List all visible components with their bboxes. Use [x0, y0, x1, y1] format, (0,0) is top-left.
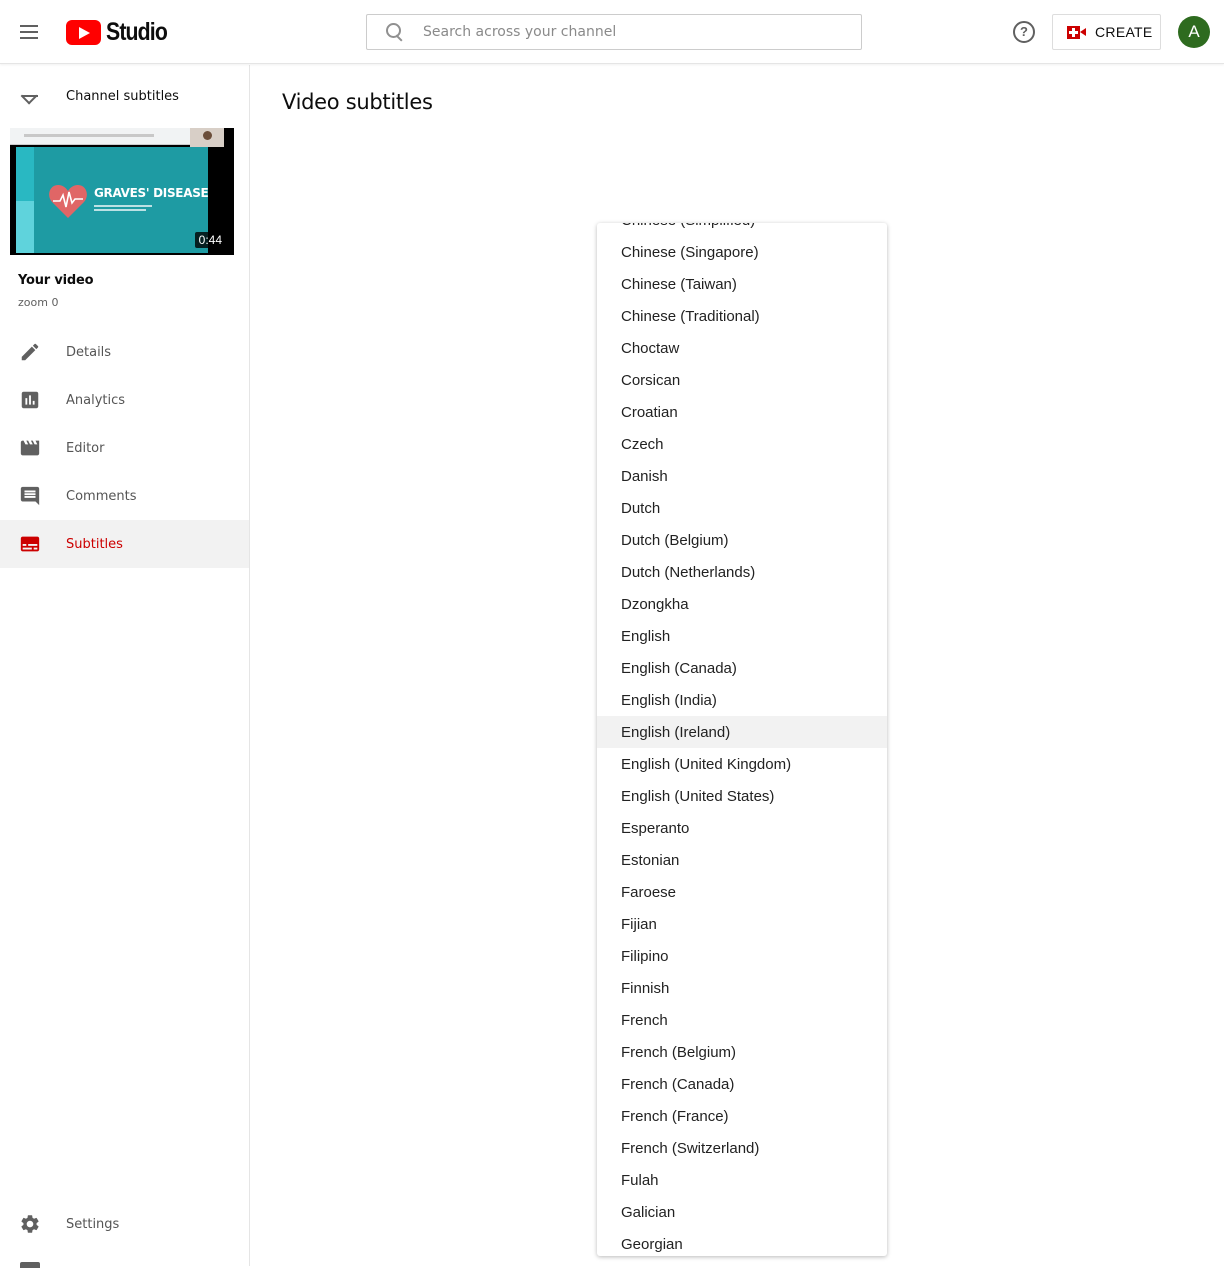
- language-option[interactable]: Czech: [597, 428, 887, 460]
- settings-label: Settings: [66, 1216, 120, 1232]
- language-option[interactable]: English (Canada): [597, 652, 887, 684]
- feedback-icon[interactable]: [20, 1262, 40, 1268]
- pencil-icon: [21, 343, 39, 361]
- language-dropdown[interactable]: Chinese (Simplified)Chinese (Singapore)C…: [597, 223, 887, 1256]
- search-box[interactable]: [366, 14, 862, 50]
- language-option[interactable]: Fulah: [597, 1164, 887, 1196]
- page-title: Video subtitles: [282, 90, 433, 114]
- sidebar-item-label: Analytics: [66, 392, 126, 408]
- language-option[interactable]: Galician: [597, 1196, 887, 1228]
- language-option[interactable]: Finnish: [597, 972, 887, 1004]
- video-thumbnail[interactable]: GRAVES' DISEASE 0:44: [10, 128, 234, 255]
- language-option[interactable]: Chinese (Traditional): [597, 300, 887, 332]
- thumbnail-slide-sidebar-light: [16, 201, 34, 253]
- language-option[interactable]: Chinese (Simplified): [597, 223, 887, 236]
- video-name: zoom 0: [18, 296, 59, 309]
- language-option[interactable]: English (United Kingdom): [597, 748, 887, 780]
- language-option[interactable]: Fijian: [597, 908, 887, 940]
- subtitles-icon: [20, 536, 40, 552]
- video-camera-add-icon: [1067, 25, 1087, 39]
- create-label: CREATE: [1095, 24, 1153, 40]
- sidebar-item-label: Comments: [66, 488, 137, 504]
- thumbnail-subtitle-lines: [94, 204, 154, 214]
- language-option[interactable]: Georgian: [597, 1228, 887, 1256]
- help-icon[interactable]: ?: [1013, 21, 1035, 43]
- account-avatar[interactable]: A: [1178, 16, 1210, 48]
- sidebar-item-details[interactable]: Details: [0, 328, 249, 376]
- sidebar-item-label: Subtitles: [66, 536, 123, 552]
- language-option[interactable]: Dzongkha: [597, 588, 887, 620]
- youtube-play-icon: [66, 19, 101, 45]
- create-button[interactable]: CREATE: [1052, 14, 1161, 50]
- language-option[interactable]: Danish: [597, 460, 887, 492]
- search-icon[interactable]: [385, 22, 405, 42]
- video-nav: Details Analytics Editor Comments Subtit…: [0, 328, 249, 568]
- arrow-back-icon: [19, 84, 43, 108]
- thumbnail-browser-bar: [10, 128, 220, 145]
- sidebar-item-comments[interactable]: Comments: [0, 472, 249, 520]
- analytics-icon: [21, 391, 39, 409]
- language-options-list: Chinese (Simplified)Chinese (Singapore)C…: [597, 223, 887, 1256]
- top-app-bar: Studio ? CREATE A: [0, 0, 1224, 64]
- video-duration: 0:44: [194, 232, 226, 248]
- back-to-channel-subtitles[interactable]: Channel subtitles: [0, 65, 249, 127]
- language-option[interactable]: English (India): [597, 684, 887, 716]
- back-label: Channel subtitles: [66, 88, 179, 104]
- sidebar-item-editor[interactable]: Editor: [0, 424, 249, 472]
- language-option[interactable]: Esperanto: [597, 812, 887, 844]
- sidebar: Channel subtitles GRAVES' DISEASE 0:44 Y…: [0, 65, 250, 1268]
- language-option[interactable]: Chinese (Taiwan): [597, 268, 887, 300]
- language-option[interactable]: English: [597, 620, 887, 652]
- thumbnail-webcam: [190, 128, 224, 147]
- language-option[interactable]: Filipino: [597, 940, 887, 972]
- language-option[interactable]: Faroese: [597, 876, 887, 908]
- heart-icon: [49, 185, 87, 218]
- sidebar-item-settings[interactable]: Settings: [0, 1200, 249, 1248]
- hamburger-menu-icon[interactable]: [18, 20, 42, 44]
- language-option[interactable]: Dutch: [597, 492, 887, 524]
- sidebar-item-analytics[interactable]: Analytics: [0, 376, 249, 424]
- language-option[interactable]: French: [597, 1004, 887, 1036]
- thumbnail-title: GRAVES' DISEASE: [94, 186, 209, 200]
- sidebar-item-label: Editor: [66, 440, 105, 456]
- language-option[interactable]: French (Belgium): [597, 1036, 887, 1068]
- language-option[interactable]: Choctaw: [597, 332, 887, 364]
- thumbnail-slide: [16, 147, 208, 253]
- your-video-label: Your video: [18, 273, 94, 288]
- youtube-studio-logo[interactable]: Studio: [66, 17, 178, 47]
- comment-icon: [20, 486, 40, 506]
- clapperboard-icon: [20, 440, 40, 456]
- language-option[interactable]: Dutch (Netherlands): [597, 556, 887, 588]
- language-option[interactable]: English (Ireland): [597, 716, 887, 748]
- language-option[interactable]: Corsican: [597, 364, 887, 396]
- language-option[interactable]: Estonian: [597, 844, 887, 876]
- language-option[interactable]: French (Switzerland): [597, 1132, 887, 1164]
- sidebar-item-subtitles[interactable]: Subtitles: [0, 520, 249, 568]
- language-option[interactable]: French (France): [597, 1100, 887, 1132]
- search-input[interactable]: [423, 24, 843, 40]
- language-option[interactable]: English (United States): [597, 780, 887, 812]
- logo-text: Studio: [106, 17, 168, 46]
- sidebar-item-label: Details: [66, 344, 112, 360]
- language-option[interactable]: French (Canada): [597, 1068, 887, 1100]
- language-option[interactable]: Chinese (Singapore): [597, 236, 887, 268]
- gear-icon: [21, 1215, 39, 1233]
- language-option[interactable]: Dutch (Belgium): [597, 524, 887, 556]
- language-option[interactable]: Croatian: [597, 396, 887, 428]
